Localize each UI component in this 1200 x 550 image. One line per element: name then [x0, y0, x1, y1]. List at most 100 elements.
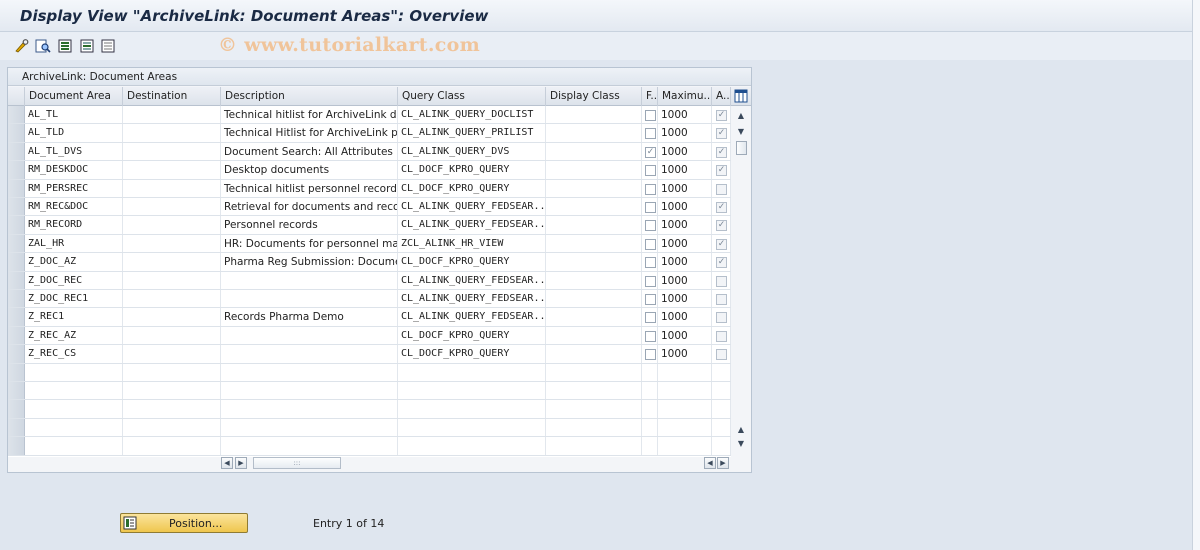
horizontal-scroll-thumb[interactable]: ::: — [253, 457, 341, 469]
table-row[interactable]: AL_TL Technical hitlist for ArchiveLink d… — [8, 106, 731, 125]
row-selector[interactable] — [8, 142, 25, 161]
column-header-f[interactable]: F.. — [642, 87, 658, 106]
table-row[interactable]: AL_TL_DVS Document Search: All Attributes… — [8, 142, 731, 162]
column-header-document-area[interactable]: Document Area — [25, 87, 123, 106]
flag-checkbox[interactable] — [645, 275, 656, 287]
flag-checkbox[interactable] — [645, 294, 656, 305]
flag-checkbox[interactable] — [645, 165, 656, 177]
row-selector[interactable] — [8, 418, 25, 437]
flag-checkbox[interactable] — [645, 202, 656, 213]
select-block-icon[interactable] — [79, 38, 95, 54]
table-row[interactable]: Z_DOC_REC1 CL_ALINK_QUERY_FEDSEAR... 1000 — [8, 290, 731, 309]
scroll-left-icon[interactable]: ◀ — [221, 457, 233, 469]
scroll-up-icon-bottom[interactable]: ▲ — [736, 425, 746, 435]
active-checkbox[interactable] — [716, 330, 727, 342]
table-row[interactable]: Z_REC1 Records Pharma Demo CL_ALINK_QUERY_… — [8, 308, 731, 327]
active-checkbox[interactable]: ✓ — [716, 128, 727, 140]
flag-checkbox[interactable] — [645, 110, 656, 121]
row-selector[interactable] — [8, 106, 25, 124]
flag-checkbox[interactable] — [645, 238, 656, 250]
row-selector[interactable] — [8, 198, 25, 216]
row-selector[interactable] — [8, 345, 25, 363]
cell-document-area — [25, 400, 123, 418]
scroll-thumb[interactable] — [736, 141, 747, 155]
deselect-all-icon[interactable] — [100, 38, 116, 54]
active-checkbox[interactable] — [716, 312, 727, 324]
flag-checkbox[interactable] — [645, 257, 656, 269]
row-selector[interactable] — [8, 400, 25, 418]
table-row[interactable]: Z_REC_CS CL_DOCF_KPRO_QUERY 1000 — [8, 345, 731, 364]
row-selector[interactable] — [8, 124, 25, 142]
active-checkbox[interactable]: ✓ — [716, 257, 727, 269]
table-row[interactable]: RM_RECORD Personnel records CL_ALINK_QUERY… — [8, 216, 731, 235]
column-header-display-class[interactable]: Display Class — [546, 87, 642, 106]
active-checkbox[interactable] — [716, 294, 727, 305]
scroll-up-icon[interactable]: ▲ — [736, 111, 746, 121]
table-row[interactable]: RM_DESKDOC Desktop documents CL_DOCF_KPRO_… — [8, 161, 731, 180]
table-row[interactable]: RM_PERSREC Technical hitlist personnel re… — [8, 179, 731, 198]
active-checkbox[interactable] — [716, 183, 727, 195]
cell-maximum: 1000 — [658, 271, 712, 289]
flag-checkbox[interactable]: ✓ — [645, 146, 656, 158]
table-row[interactable] — [8, 400, 731, 419]
active-checkbox[interactable]: ✓ — [716, 238, 727, 250]
row-selector[interactable] — [8, 290, 25, 308]
active-checkbox[interactable]: ✓ — [716, 146, 727, 158]
select-all-icon[interactable] — [57, 38, 73, 54]
column-settings-icon[interactable] — [731, 87, 751, 106]
row-selector[interactable] — [8, 363, 25, 381]
horizontal-scrollbar-left[interactable]: ◀ ▶ ::: — [221, 457, 341, 471]
active-checkbox[interactable]: ✓ — [716, 110, 727, 121]
cell-destination — [123, 308, 221, 326]
vertical-scrollbar[interactable]: ▲ ▼ ▲ ▼ — [731, 87, 751, 457]
table-row[interactable]: RM_REC&DOC Retrieval for documents and re… — [8, 198, 731, 217]
table-row[interactable]: Z_DOC_AZ Pharma Reg Submission: Document … — [8, 253, 731, 272]
cell-display-class — [546, 418, 642, 437]
row-selector[interactable] — [8, 216, 25, 234]
scroll-down-icon[interactable]: ▼ — [736, 127, 746, 137]
row-selector[interactable] — [8, 253, 25, 271]
scroll-right-icon-right[interactable]: ▶ — [717, 457, 729, 469]
flag-checkbox[interactable] — [645, 330, 656, 342]
scroll-down-icon-bottom[interactable]: ▼ — [736, 439, 746, 449]
row-selector[interactable] — [8, 437, 25, 455]
active-checkbox[interactable]: ✓ — [716, 165, 727, 177]
flag-checkbox[interactable] — [645, 183, 656, 195]
table-row[interactable] — [8, 382, 731, 401]
active-checkbox[interactable] — [716, 349, 727, 361]
flag-checkbox[interactable] — [645, 312, 656, 324]
active-checkbox[interactable] — [716, 275, 727, 287]
row-selector[interactable] — [8, 326, 25, 345]
row-selector[interactable] — [8, 271, 25, 289]
row-selector[interactable] — [8, 382, 25, 400]
column-header-a[interactable]: A.. — [712, 87, 731, 106]
flag-checkbox[interactable] — [645, 220, 656, 232]
scroll-right-icon[interactable]: ▶ — [235, 457, 247, 469]
edit-glasses-icon[interactable] — [14, 38, 30, 54]
scroll-left-icon-right[interactable]: ◀ — [704, 457, 716, 469]
column-header-destination[interactable]: Destination — [123, 87, 221, 106]
active-checkbox[interactable]: ✓ — [716, 220, 727, 232]
horizontal-scrollbar-right[interactable]: ◀ ▶ — [704, 457, 732, 471]
table-row[interactable] — [8, 418, 731, 438]
active-checkbox[interactable]: ✓ — [716, 202, 727, 213]
entry-counter: Entry 1 of 14 — [313, 517, 385, 530]
table-row[interactable]: AL_TLD Technical Hitlist for ArchiveLink … — [8, 124, 731, 143]
table-row[interactable]: ZAL_HR HR: Documents for personnel mast..… — [8, 234, 731, 254]
column-header-query-class[interactable]: Query Class — [398, 87, 546, 106]
row-selector[interactable] — [8, 308, 25, 326]
table-row[interactable]: Z_REC_AZ CL_DOCF_KPRO_QUERY 1000 — [8, 326, 731, 346]
find-icon[interactable] — [35, 38, 51, 54]
row-selector[interactable] — [8, 234, 25, 253]
column-header-description[interactable]: Description — [221, 87, 398, 106]
flag-checkbox[interactable] — [645, 128, 656, 140]
position-button[interactable]: Position... — [120, 513, 248, 533]
row-selector[interactable] — [8, 179, 25, 197]
column-header-maximum[interactable]: Maximu... — [658, 87, 712, 106]
flag-checkbox[interactable] — [645, 349, 656, 361]
row-selector[interactable] — [8, 161, 25, 179]
table-row[interactable]: Z_DOC_REC CL_ALINK_QUERY_FEDSEAR... 1000 — [8, 271, 731, 290]
row-selector-header[interactable] — [8, 87, 25, 106]
table-row[interactable] — [8, 437, 731, 456]
table-row[interactable] — [8, 363, 731, 382]
